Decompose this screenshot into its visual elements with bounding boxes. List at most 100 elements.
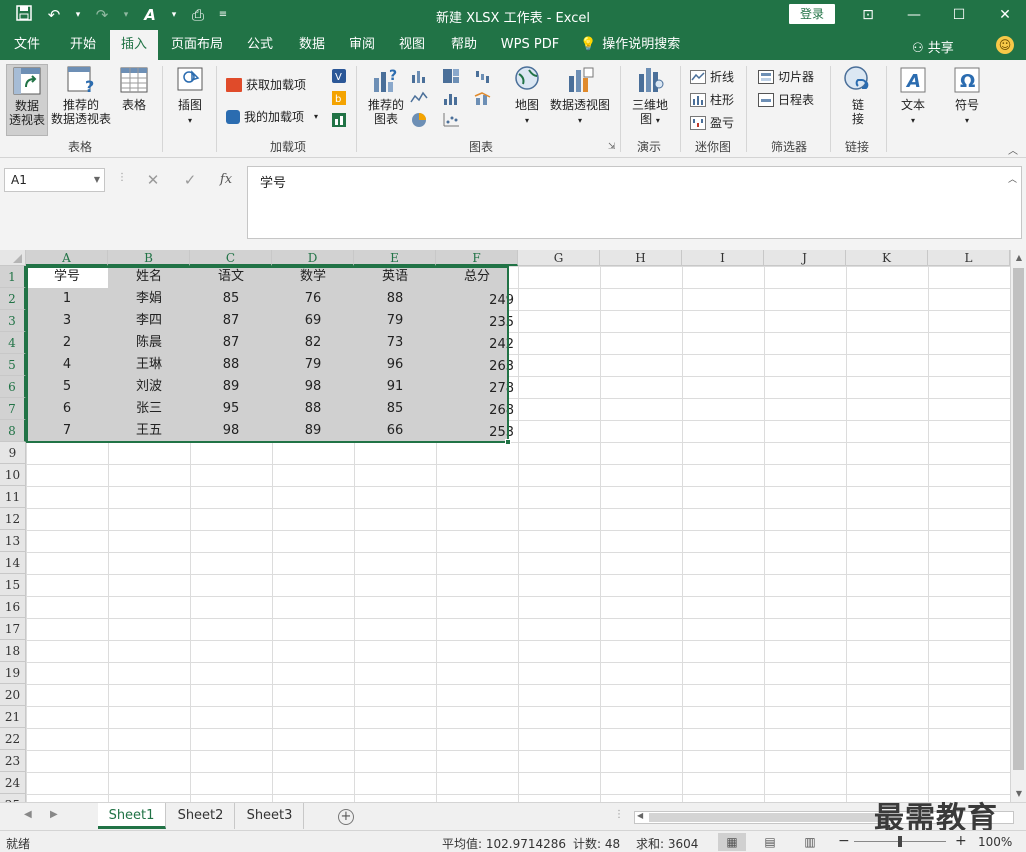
tab-insert[interactable]: 插入 bbox=[110, 30, 158, 60]
column-header-k[interactable]: K bbox=[846, 250, 928, 266]
status-sum[interactable]: 求和: 3604 bbox=[636, 835, 698, 852]
pivot-chart-button[interactable]: 数据透视图 ▾ bbox=[548, 64, 612, 136]
row-header-16[interactable]: 16 bbox=[0, 596, 26, 618]
text-button[interactable]: A 文本 ▾ bbox=[894, 64, 932, 136]
table-cell[interactable]: 91 bbox=[354, 376, 436, 398]
table-cell[interactable]: 76 bbox=[272, 288, 354, 310]
next-sheet-icon[interactable]: ▶ bbox=[50, 809, 58, 820]
sheet-tab-sheet1[interactable]: Sheet1 bbox=[98, 803, 166, 829]
worksheet-grid[interactable]: ABCDEFGHIJKLM 12345678910111213141516171… bbox=[0, 250, 1010, 802]
sheet-tab-sheet2[interactable]: Sheet2 bbox=[167, 803, 235, 829]
row-header-12[interactable]: 12 bbox=[0, 508, 26, 530]
column-header-h[interactable]: H bbox=[600, 250, 682, 266]
charts-dialog-launcher-icon[interactable]: ⇲ bbox=[608, 142, 616, 152]
zoom-level[interactable]: 100% bbox=[978, 835, 1012, 849]
page-layout-view-icon[interactable]: ▤ bbox=[756, 833, 784, 851]
row-header-21[interactable]: 21 bbox=[0, 706, 26, 728]
table-cell[interactable]: 李娟 bbox=[108, 288, 190, 310]
recommended-pivot-button[interactable]: ? 推荐的 数据透视表 bbox=[50, 64, 112, 136]
table-cell[interactable]: 1 bbox=[26, 288, 108, 310]
table-cell[interactable]: 73 bbox=[354, 332, 436, 354]
table-cell[interactable]: 263 bbox=[436, 354, 518, 376]
column-header-g[interactable]: G bbox=[518, 250, 600, 266]
scatter-chart-icon[interactable] bbox=[442, 112, 460, 128]
row-header-3[interactable]: 3 bbox=[0, 310, 26, 332]
sparkline-column-button[interactable]: 柱形 bbox=[690, 91, 734, 108]
column-header-l[interactable]: L bbox=[928, 250, 1010, 266]
table-cell[interactable]: 82 bbox=[272, 332, 354, 354]
table-cell[interactable]: 89 bbox=[272, 420, 354, 442]
get-addins-button[interactable]: 获取加载项 bbox=[226, 76, 306, 93]
symbol-button[interactable]: Ω 符号 ▾ bbox=[948, 64, 986, 136]
recommended-charts-button[interactable]: ? 推荐的 图表 bbox=[364, 64, 408, 136]
tell-me-search[interactable]: 💡 操作说明搜索 bbox=[580, 30, 692, 60]
my-addins-button[interactable]: 我的加载项 ▾ bbox=[226, 108, 318, 125]
table-cell[interactable]: 79 bbox=[354, 310, 436, 332]
table-cell[interactable]: 96 bbox=[354, 354, 436, 376]
cell-area[interactable]: 学号 姓名 语文 数学 英语 总分 1 李娟 85 76 88 249 3 李四 87 69 79 235 2 陈晨 8… bbox=[26, 266, 1010, 802]
scroll-up-icon[interactable]: ▲ bbox=[1011, 250, 1026, 266]
line-chart-icon[interactable] bbox=[410, 90, 428, 106]
table-cell[interactable]: 张三 bbox=[108, 398, 190, 420]
name-box[interactable]: A1 ▼ bbox=[4, 168, 105, 192]
table-cell[interactable]: 98 bbox=[190, 420, 272, 442]
column-header-a[interactable]: A bbox=[26, 250, 108, 266]
login-button[interactable]: 登录 bbox=[789, 4, 835, 24]
maximize-icon[interactable]: ☐ bbox=[948, 4, 970, 26]
row-header-10[interactable]: 10 bbox=[0, 464, 26, 486]
name-box-dropdown-icon[interactable]: ▼ bbox=[94, 169, 100, 191]
sparkline-line-button[interactable]: 折线 bbox=[690, 68, 734, 85]
table-cell[interactable]: 79 bbox=[272, 354, 354, 376]
row-header-18[interactable]: 18 bbox=[0, 640, 26, 662]
table-button[interactable]: 表格 bbox=[114, 64, 154, 136]
row-header-24[interactable]: 24 bbox=[0, 772, 26, 794]
zoom-slider-thumb[interactable] bbox=[898, 836, 902, 847]
visio-icon[interactable]: V bbox=[330, 68, 348, 84]
column-header-b[interactable]: B bbox=[108, 250, 190, 266]
page-break-view-icon[interactable]: ▥ bbox=[796, 833, 824, 851]
column-header-c[interactable]: C bbox=[190, 250, 272, 266]
row-header-23[interactable]: 23 bbox=[0, 750, 26, 772]
sparkline-winloss-button[interactable]: 盈亏 bbox=[690, 114, 734, 131]
tab-data[interactable]: 数据 bbox=[292, 30, 332, 60]
column-header-e[interactable]: E bbox=[354, 250, 436, 266]
row-header-13[interactable]: 13 bbox=[0, 530, 26, 552]
table-cell[interactable]: 85 bbox=[190, 288, 272, 310]
table-cell[interactable]: 242 bbox=[436, 332, 518, 354]
row-header-7[interactable]: 7 bbox=[0, 398, 26, 420]
scroll-down-icon[interactable]: ▼ bbox=[1011, 786, 1026, 802]
horizontal-scroll-thumb[interactable] bbox=[649, 813, 889, 822]
tab-home[interactable]: 开始 bbox=[60, 30, 106, 60]
waterfall-chart-icon[interactable] bbox=[474, 68, 492, 84]
table-cell[interactable]: 88 bbox=[354, 288, 436, 310]
tab-wps-pdf[interactable]: WPS PDF bbox=[496, 30, 564, 60]
add-sheet-icon[interactable]: + bbox=[338, 809, 354, 825]
slicer-button[interactable]: 切片器 bbox=[758, 68, 814, 85]
table-cell[interactable]: 87 bbox=[190, 310, 272, 332]
minimize-icon[interactable]: — bbox=[903, 4, 925, 26]
table-cell[interactable]: 89 bbox=[190, 376, 272, 398]
timeline-button[interactable]: 日程表 bbox=[758, 91, 814, 108]
table-cell[interactable]: 278 bbox=[436, 376, 518, 398]
table-cell[interactable]: 66 bbox=[354, 420, 436, 442]
table-cell[interactable]: 95 bbox=[190, 398, 272, 420]
row-header-2[interactable]: 2 bbox=[0, 288, 26, 310]
row-header-1[interactable]: 1 bbox=[0, 266, 26, 288]
column-header-i[interactable]: I bbox=[682, 250, 764, 266]
table-cell[interactable]: 6 bbox=[26, 398, 108, 420]
column-header-j[interactable]: J bbox=[764, 250, 846, 266]
tab-review[interactable]: 审阅 bbox=[342, 30, 382, 60]
table-cell[interactable]: 98 bbox=[272, 376, 354, 398]
table-cell[interactable]: 陈晨 bbox=[108, 332, 190, 354]
table-cell[interactable]: 249 bbox=[436, 288, 518, 310]
row-header-22[interactable]: 22 bbox=[0, 728, 26, 750]
table-cell[interactable]: 87 bbox=[190, 332, 272, 354]
share-button[interactable]: ⚇ 共享 bbox=[912, 37, 954, 56]
formula-input[interactable]: 学号 bbox=[247, 166, 1022, 239]
row-header-4[interactable]: 4 bbox=[0, 332, 26, 354]
feedback-smiley-icon[interactable]: ☺ bbox=[996, 36, 1014, 54]
header-cell[interactable]: 姓名 bbox=[108, 266, 190, 288]
table-cell[interactable]: 88 bbox=[190, 354, 272, 376]
row-header-8[interactable]: 8 bbox=[0, 420, 26, 442]
tab-split-grip-icon[interactable]: ⋮ bbox=[614, 809, 624, 820]
